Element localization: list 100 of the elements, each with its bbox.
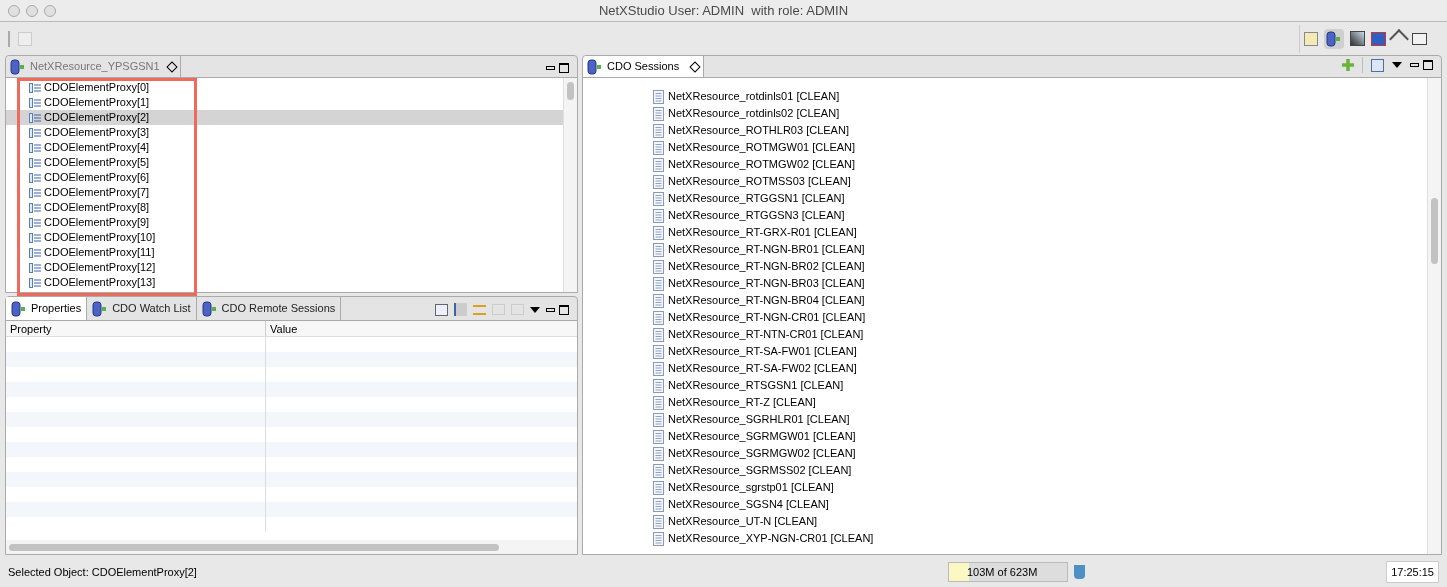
document-icon xyxy=(653,429,664,444)
tree-item[interactable]: CDOElementProxy[4] xyxy=(6,140,563,155)
maximize-icon[interactable] xyxy=(559,63,569,73)
session-item[interactable]: NetXResource_RT-GRX-R01 [CLEAN] xyxy=(583,224,1427,241)
view-tab[interactable]: Properties xyxy=(6,297,88,320)
list-icon xyxy=(29,262,41,273)
database-toggle[interactable] xyxy=(1324,28,1344,49)
session-item[interactable]: NetXResource_RT-Z [CLEAN] xyxy=(583,394,1427,411)
session-item[interactable]: NetXResource_RT-NGN-BR02 [CLEAN] xyxy=(583,258,1427,275)
dropdown-icon[interactable] xyxy=(1392,62,1402,68)
tree-item[interactable]: CDOElementProxy[6] xyxy=(6,170,563,185)
document-icon xyxy=(653,514,664,529)
document-icon xyxy=(653,191,664,206)
tree-item[interactable]: CDOElementProxy[12] xyxy=(6,260,563,275)
session-item[interactable]: NetXResource_RT-NGN-BR01 [CLEAN] xyxy=(583,241,1427,258)
document-icon xyxy=(653,123,664,138)
tree-item[interactable]: CDOElementProxy[7] xyxy=(6,185,563,200)
document-icon xyxy=(653,293,664,308)
column-header[interactable]: Value xyxy=(266,321,577,336)
session-item[interactable]: NetXResource_SGRMGW01 [CLEAN] xyxy=(583,428,1427,445)
list-icon xyxy=(29,247,41,258)
sessions-tab[interactable]: CDO Sessions xyxy=(583,56,705,77)
database-icon xyxy=(92,300,109,317)
memory-text: 103M of 623M xyxy=(966,564,1038,580)
session-item[interactable]: NetXResource_ROTMGW02 [CLEAN] xyxy=(583,156,1427,173)
session-item[interactable]: NetXResource_XYP-NGN-CR01 [CLEAN] xyxy=(583,530,1427,547)
document-icon xyxy=(653,174,664,189)
maximize-icon[interactable] xyxy=(559,304,569,315)
list-icon xyxy=(29,172,41,183)
status-text: Selected Object: CDOElementProxy[2] xyxy=(8,564,198,580)
list-icon xyxy=(29,187,41,198)
session-item[interactable]: NetXResource_RT-SA-FW01 [CLEAN] xyxy=(583,343,1427,360)
list-icon xyxy=(29,217,41,228)
session-item[interactable]: NetXResource_RT-NGN-BR03 [CLEAN] xyxy=(583,275,1427,292)
document-icon xyxy=(653,463,664,478)
tree-item[interactable]: CDOElementProxy[3] xyxy=(6,125,563,140)
session-item[interactable]: NetXResource_SGRMSS02 [CLEAN] xyxy=(583,462,1427,479)
list-icon xyxy=(29,127,41,138)
window-title: NetXStudio User: ADMIN with role: ADMIN xyxy=(598,1,849,20)
list-icon xyxy=(29,97,41,108)
document-icon xyxy=(653,497,664,512)
tree-item[interactable]: CDOElementProxy[11] xyxy=(6,245,563,260)
session-item[interactable]: NetXResource_RTGGSN3 [CLEAN] xyxy=(583,207,1427,224)
session-item[interactable]: NetXResource_sgrstp01 [CLEAN] xyxy=(583,479,1427,496)
horizontal-scrollbar[interactable] xyxy=(6,540,577,554)
session-item[interactable]: NetXResource_ROTMSS03 [CLEAN] xyxy=(583,173,1427,190)
session-item[interactable]: NetXResource_ROTHLR03 [CLEAN] xyxy=(583,122,1427,139)
tree-item[interactable]: CDOElementProxy[2] xyxy=(6,110,563,125)
session-item[interactable]: NetXResource_ROTMGW01 [CLEAN] xyxy=(583,139,1427,156)
clock-text: 17:25:15 xyxy=(1386,560,1439,584)
scrollbar[interactable] xyxy=(1427,78,1441,554)
minimize-icon[interactable] xyxy=(546,307,555,312)
list-icon xyxy=(29,82,41,93)
database-icon xyxy=(10,58,26,75)
minimize-icon[interactable] xyxy=(546,66,555,70)
document-icon xyxy=(653,531,664,546)
tree-item[interactable]: CDOElementProxy[8] xyxy=(6,200,563,215)
tree-item[interactable]: CDOElementProxy[5] xyxy=(6,155,563,170)
document-icon xyxy=(653,157,664,172)
list-icon xyxy=(29,232,41,243)
session-item[interactable]: NetXResource_RT-NTN-CR01 [CLEAN] xyxy=(583,326,1427,343)
tree-item[interactable]: CDOElementProxy[0] xyxy=(6,80,563,95)
session-item[interactable]: NetXResource_SGRMGW02 [CLEAN] xyxy=(583,445,1427,462)
list-icon xyxy=(29,142,41,153)
document-icon xyxy=(653,276,664,291)
document-icon xyxy=(653,225,664,240)
session-item[interactable]: NetXResource_SGRHLR01 [CLEAN] xyxy=(583,411,1427,428)
document-icon xyxy=(653,344,664,359)
tree-item[interactable]: CDOElementProxy[1] xyxy=(6,95,563,110)
session-item[interactable]: NetXResource_RT-SA-FW02 [CLEAN] xyxy=(583,360,1427,377)
session-item[interactable]: NetXResource_RTGGSN1 [CLEAN] xyxy=(583,190,1427,207)
session-item[interactable]: NetXResource_RTSGSN1 [CLEAN] xyxy=(583,377,1427,394)
session-item[interactable]: NetXResource_RT-NGN-BR04 [CLEAN] xyxy=(583,292,1427,309)
column-header[interactable]: Property xyxy=(6,321,266,336)
tree-item[interactable]: CDOElementProxy[9] xyxy=(6,215,563,230)
list-icon xyxy=(29,112,41,123)
collapse-icon xyxy=(1371,58,1384,72)
session-item[interactable]: NetXResource_UT-N [CLEAN] xyxy=(583,513,1427,530)
database-icon xyxy=(587,58,603,75)
document-icon xyxy=(653,259,664,274)
database-icon xyxy=(201,300,218,317)
list-icon xyxy=(29,202,41,213)
document-icon xyxy=(653,310,664,325)
editor-tab[interactable]: NetXResource_YPSGSN1 xyxy=(6,56,181,77)
minimize-icon[interactable] xyxy=(1410,63,1419,67)
tree-item[interactable]: CDOElementProxy[13] xyxy=(6,275,563,290)
database-icon xyxy=(1326,30,1342,47)
disabled-icon xyxy=(492,304,505,315)
maximize-icon[interactable] xyxy=(1423,60,1433,70)
session-item[interactable]: NetXResource_SGSN4 [CLEAN] xyxy=(583,496,1427,513)
document-icon xyxy=(653,412,664,427)
session-item[interactable]: NetXResource_rotdinls01 [CLEAN] xyxy=(583,88,1427,105)
session-item[interactable]: NetXResource_rotdinls02 [CLEAN] xyxy=(583,105,1427,122)
tree-item[interactable]: CDOElementProxy[10] xyxy=(6,230,563,245)
session-item[interactable]: NetXResource_RT-NGN-CR01 [CLEAN] xyxy=(583,309,1427,326)
disabled-icon xyxy=(511,304,524,315)
scrollbar[interactable] xyxy=(563,78,577,292)
document-icon xyxy=(653,446,664,461)
dropdown-icon[interactable] xyxy=(530,306,540,313)
database-icon xyxy=(11,300,27,317)
